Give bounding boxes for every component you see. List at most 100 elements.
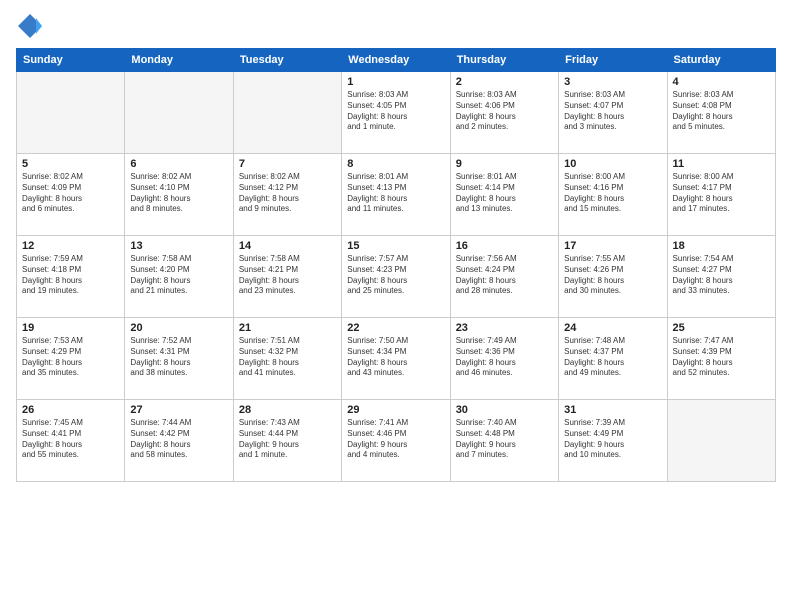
- weekday-header-sunday: Sunday: [17, 49, 125, 72]
- day-info-27: Sunrise: 7:44 AM Sunset: 4:42 PM Dayligh…: [130, 418, 227, 461]
- week-row-5: 26 Sunrise: 7:45 AM Sunset: 4:41 PM Dayli…: [17, 400, 776, 482]
- day-number-5: 5: [22, 158, 119, 170]
- day-info-1: Sunrise: 8:03 AM Sunset: 4:05 PM Dayligh…: [347, 90, 444, 133]
- day-info-7: Sunrise: 8:02 AM Sunset: 4:12 PM Dayligh…: [239, 172, 336, 215]
- day-cell-22: 22Sunrise: 7:50 AM Sunset: 4:34 PM Dayli…: [342, 318, 450, 400]
- day-cell-1: 1 Sunrise: 8:03 AM Sunset: 4:05 PM Daylig…: [342, 72, 450, 154]
- week-row-4: 19 Sunrise: 7:53 AM Sunset: 4:29 PM Dayli…: [17, 318, 776, 400]
- day-cell-31: 31 Sunrise: 7:39 AM Sunset: 4:49 PM Dayli…: [559, 400, 667, 482]
- day-number-19: 19: [22, 322, 119, 334]
- day-info-15: Sunrise: 7:57 AM Sunset: 4:23 PM Dayligh…: [347, 254, 444, 297]
- day-info-30: Sunrise: 7:40 AM Sunset: 4:48 PM Dayligh…: [456, 418, 553, 461]
- day-number-1: 1: [347, 76, 444, 88]
- day-cell-15: 15 Sunrise: 7:57 AM Sunset: 4:23 PM Dayli…: [342, 236, 450, 318]
- day-cell-7: 7 Sunrise: 8:02 AM Sunset: 4:12 PM Daylig…: [233, 154, 341, 236]
- day-number-13: 13: [130, 240, 227, 252]
- day-info-25: Sunrise: 7:47 AM Sunset: 4:39 PM Dayligh…: [673, 336, 770, 379]
- day-number-4: 4: [673, 76, 770, 88]
- day-cell-empty: [17, 72, 125, 154]
- day-cell-27: 27Sunrise: 7:44 AM Sunset: 4:42 PM Dayli…: [125, 400, 233, 482]
- day-number-15: 15: [347, 240, 444, 252]
- weekday-header-friday: Friday: [559, 49, 667, 72]
- day-cell-6: 6 Sunrise: 8:02 AM Sunset: 4:10 PM Daylig…: [125, 154, 233, 236]
- day-info-5: Sunrise: 8:02 AM Sunset: 4:09 PM Dayligh…: [22, 172, 119, 215]
- day-info-3: Sunrise: 8:03 AM Sunset: 4:07 PM Dayligh…: [564, 90, 661, 133]
- day-cell-empty: [667, 400, 775, 482]
- day-info-14: Sunrise: 7:58 AM Sunset: 4:21 PM Dayligh…: [239, 254, 336, 297]
- day-number-25: 25: [673, 322, 770, 334]
- day-info-28: Sunrise: 7:43 AM Sunset: 4:44 PM Dayligh…: [239, 418, 336, 461]
- day-cell-8: 8Sunrise: 8:01 AM Sunset: 4:13 PM Daylig…: [342, 154, 450, 236]
- day-number-11: 11: [673, 158, 770, 170]
- day-info-6: Sunrise: 8:02 AM Sunset: 4:10 PM Dayligh…: [130, 172, 227, 215]
- day-cell-23: 23Sunrise: 7:49 AM Sunset: 4:36 PM Dayli…: [450, 318, 558, 400]
- day-number-8: 8: [347, 158, 444, 170]
- day-number-7: 7: [239, 158, 336, 170]
- day-info-19: Sunrise: 7:53 AM Sunset: 4:29 PM Dayligh…: [22, 336, 119, 379]
- day-number-14: 14: [239, 240, 336, 252]
- weekday-header-wednesday: Wednesday: [342, 49, 450, 72]
- day-cell-10: 10 Sunrise: 8:00 AM Sunset: 4:16 PM Dayli…: [559, 154, 667, 236]
- day-cell-24: 24 Sunrise: 7:48 AM Sunset: 4:37 PM Dayli…: [559, 318, 667, 400]
- day-cell-21: 21Sunrise: 7:51 AM Sunset: 4:32 PM Dayli…: [233, 318, 341, 400]
- day-cell-14: 14 Sunrise: 7:58 AM Sunset: 4:21 PM Dayli…: [233, 236, 341, 318]
- day-number-3: 3: [564, 76, 661, 88]
- day-cell-28: 28 Sunrise: 7:43 AM Sunset: 4:44 PM Dayli…: [233, 400, 341, 482]
- day-number-17: 17: [564, 240, 661, 252]
- day-number-6: 6: [130, 158, 227, 170]
- day-info-2: Sunrise: 8:03 AM Sunset: 4:06 PM Dayligh…: [456, 90, 553, 133]
- day-cell-2: 2 Sunrise: 8:03 AM Sunset: 4:06 PM Daylig…: [450, 72, 558, 154]
- day-number-18: 18: [673, 240, 770, 252]
- day-info-12: Sunrise: 7:59 AM Sunset: 4:18 PM Dayligh…: [22, 254, 119, 297]
- day-cell-11: 11 Sunrise: 8:00 AM Sunset: 4:17 PM Dayli…: [667, 154, 775, 236]
- day-info-21: Sunrise: 7:51 AM Sunset: 4:32 PM Dayligh…: [239, 336, 336, 379]
- day-cell-16: 16 Sunrise: 7:56 AM Sunset: 4:24 PM Dayli…: [450, 236, 558, 318]
- day-cell-5: 5 Sunrise: 8:02 AM Sunset: 4:09 PM Daylig…: [17, 154, 125, 236]
- header: [16, 12, 776, 40]
- day-cell-12: 12 Sunrise: 7:59 AM Sunset: 4:18 PM Dayli…: [17, 236, 125, 318]
- day-number-29: 29: [347, 404, 444, 416]
- day-cell-4: 4 Sunrise: 8:03 AM Sunset: 4:08 PM Daylig…: [667, 72, 775, 154]
- day-number-30: 30: [456, 404, 553, 416]
- day-cell-17: 17 Sunrise: 7:55 AM Sunset: 4:26 PM Dayli…: [559, 236, 667, 318]
- day-info-10: Sunrise: 8:00 AM Sunset: 4:16 PM Dayligh…: [564, 172, 661, 215]
- day-info-17: Sunrise: 7:55 AM Sunset: 4:26 PM Dayligh…: [564, 254, 661, 297]
- calendar-table: SundayMondayTuesdayWednesdayThursdayFrid…: [16, 48, 776, 482]
- day-info-20: Sunrise: 7:52 AM Sunset: 4:31 PM Dayligh…: [130, 336, 227, 379]
- day-cell-20: 20Sunrise: 7:52 AM Sunset: 4:31 PM Dayli…: [125, 318, 233, 400]
- day-info-13: Sunrise: 7:58 AM Sunset: 4:20 PM Dayligh…: [130, 254, 227, 297]
- day-cell-empty: [233, 72, 341, 154]
- page-container: SundayMondayTuesdayWednesdayThursdayFrid…: [0, 0, 792, 490]
- day-number-12: 12: [22, 240, 119, 252]
- day-info-4: Sunrise: 8:03 AM Sunset: 4:08 PM Dayligh…: [673, 90, 770, 133]
- day-number-10: 10: [564, 158, 661, 170]
- day-cell-29: 29 Sunrise: 7:41 AM Sunset: 4:46 PM Dayli…: [342, 400, 450, 482]
- weekday-header-monday: Monday: [125, 49, 233, 72]
- logo-icon: [16, 12, 44, 40]
- day-cell-9: 9Sunrise: 8:01 AM Sunset: 4:14 PM Daylig…: [450, 154, 558, 236]
- day-number-26: 26: [22, 404, 119, 416]
- weekday-header-saturday: Saturday: [667, 49, 775, 72]
- day-number-22: 22: [347, 322, 444, 334]
- day-info-29: Sunrise: 7:41 AM Sunset: 4:46 PM Dayligh…: [347, 418, 444, 461]
- day-cell-13: 13 Sunrise: 7:58 AM Sunset: 4:20 PM Dayli…: [125, 236, 233, 318]
- weekday-header-thursday: Thursday: [450, 49, 558, 72]
- week-row-1: 1 Sunrise: 8:03 AM Sunset: 4:05 PM Daylig…: [17, 72, 776, 154]
- day-number-31: 31: [564, 404, 661, 416]
- day-info-11: Sunrise: 8:00 AM Sunset: 4:17 PM Dayligh…: [673, 172, 770, 215]
- day-info-16: Sunrise: 7:56 AM Sunset: 4:24 PM Dayligh…: [456, 254, 553, 297]
- day-number-28: 28: [239, 404, 336, 416]
- day-number-2: 2: [456, 76, 553, 88]
- day-number-9: 9: [456, 158, 553, 170]
- day-number-16: 16: [456, 240, 553, 252]
- week-row-2: 5 Sunrise: 8:02 AM Sunset: 4:09 PM Daylig…: [17, 154, 776, 236]
- logo: [16, 12, 48, 40]
- day-number-24: 24: [564, 322, 661, 334]
- day-cell-empty: [125, 72, 233, 154]
- weekday-header-row: SundayMondayTuesdayWednesdayThursdayFrid…: [17, 49, 776, 72]
- day-info-18: Sunrise: 7:54 AM Sunset: 4:27 PM Dayligh…: [673, 254, 770, 297]
- day-cell-25: 25 Sunrise: 7:47 AM Sunset: 4:39 PM Dayli…: [667, 318, 775, 400]
- day-info-26: Sunrise: 7:45 AM Sunset: 4:41 PM Dayligh…: [22, 418, 119, 461]
- day-info-24: Sunrise: 7:48 AM Sunset: 4:37 PM Dayligh…: [564, 336, 661, 379]
- day-info-31: Sunrise: 7:39 AM Sunset: 4:49 PM Dayligh…: [564, 418, 661, 461]
